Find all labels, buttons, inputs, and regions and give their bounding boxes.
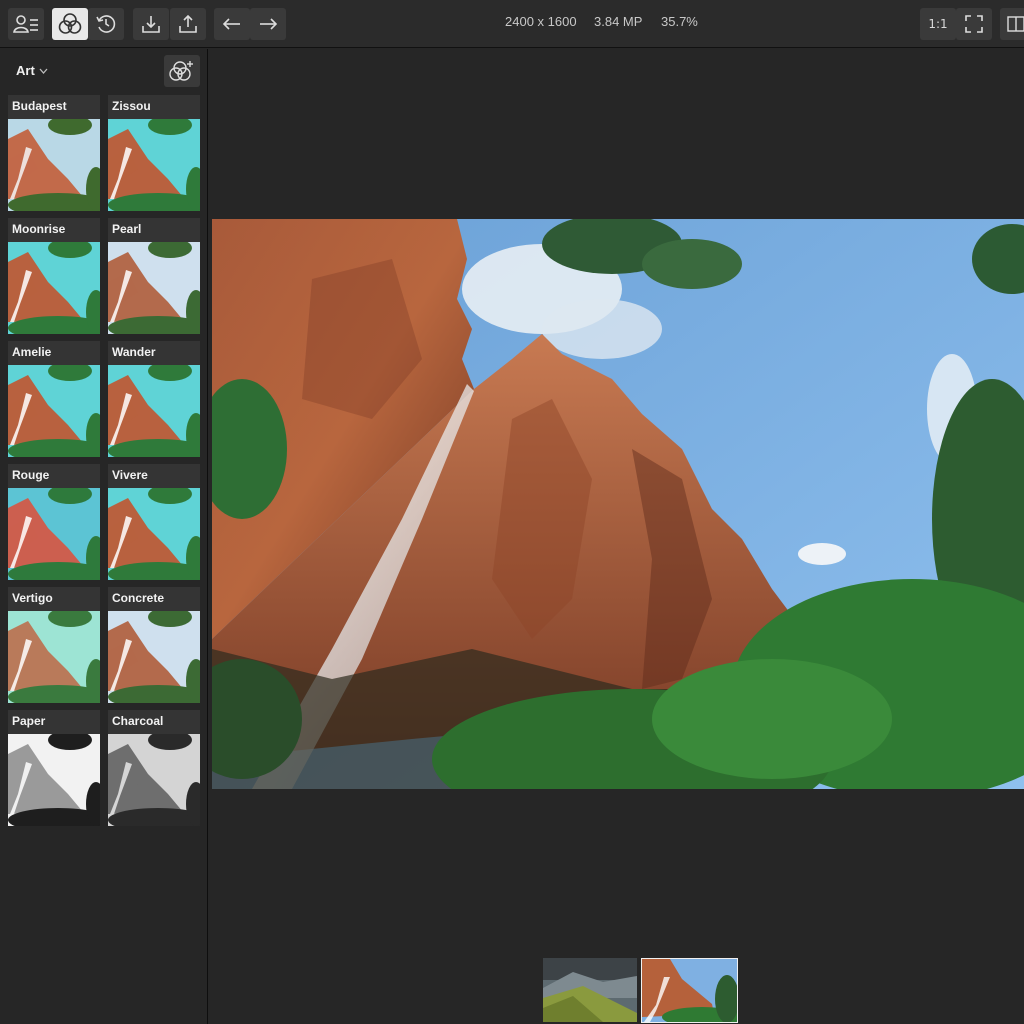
- megapixels-text: 3.84 MP: [594, 14, 643, 29]
- preset-card[interactable]: Zissou: [108, 95, 200, 211]
- preset-thumbnail: [8, 242, 100, 334]
- canyon-thumbnail: [642, 959, 737, 1022]
- preset-card[interactable]: Moonrise: [8, 218, 100, 334]
- undo-button[interactable]: [214, 8, 250, 40]
- preset-card[interactable]: Vertigo: [8, 587, 100, 703]
- presets-icon: [58, 13, 82, 34]
- zoom-level-text: 35.7%: [661, 14, 698, 29]
- category-label: Art: [16, 63, 35, 78]
- preset-name: Amelie: [12, 345, 52, 359]
- compare-button[interactable]: [1000, 8, 1024, 40]
- download-icon: [142, 16, 160, 33]
- filmstrip-thumbnail-2[interactable]: [641, 958, 738, 1023]
- presets-sidebar: Art Budapest Zissou Moonrise Pearl Amelie Wan…: [0, 49, 208, 1024]
- preset-name: Moonrise: [12, 222, 66, 236]
- preset-card[interactable]: Wander: [108, 341, 200, 457]
- preset-name: Pearl: [112, 222, 142, 236]
- preset-card[interactable]: Concrete: [108, 587, 200, 703]
- preset-name: Zissou: [112, 99, 151, 113]
- add-preset-button[interactable]: [164, 55, 200, 87]
- preset-card[interactable]: Charcoal: [108, 710, 200, 826]
- actual-size-button[interactable]: 1:1: [920, 8, 956, 40]
- preset-name: Concrete: [112, 591, 165, 605]
- preset-thumbnail: [8, 611, 100, 703]
- filmstrip-thumbnail-1[interactable]: [543, 958, 637, 1022]
- redo-icon: [260, 18, 278, 30]
- preset-card[interactable]: Rouge: [8, 464, 100, 580]
- mountain-thumbnail: [543, 958, 637, 1022]
- preset-card[interactable]: Amelie: [8, 341, 100, 457]
- top-toolbar: 2400 x 1600 3.84 MP 35.7% 1:1: [0, 0, 1024, 48]
- category-dropdown[interactable]: Art: [16, 63, 48, 78]
- presets-button[interactable]: [52, 8, 88, 40]
- preset-thumbnail: [8, 119, 100, 211]
- history-button[interactable]: [88, 8, 124, 40]
- preset-thumbnail: [108, 242, 200, 334]
- preset-card[interactable]: Pearl: [108, 218, 200, 334]
- preset-name: Charcoal: [112, 714, 164, 728]
- fit-screen-button[interactable]: [956, 8, 992, 40]
- fit-screen-icon: [965, 15, 983, 33]
- undo-icon: [222, 18, 240, 30]
- user-menu-button[interactable]: [8, 8, 44, 40]
- preset-thumbnail: [108, 734, 200, 826]
- download-button[interactable]: [133, 8, 169, 40]
- image-canvas[interactable]: [209, 49, 1024, 1024]
- preset-name: Vivere: [112, 468, 148, 482]
- preset-thumbnail: [108, 365, 200, 457]
- preset-name: Rouge: [12, 468, 50, 482]
- image-size-text: 2400 x 1600: [505, 14, 577, 29]
- preset-card[interactable]: Paper: [8, 710, 100, 826]
- actual-size-label: 1:1: [928, 17, 948, 31]
- history-icon: [96, 15, 116, 33]
- redo-button[interactable]: [250, 8, 286, 40]
- preset-thumbnail: [8, 734, 100, 826]
- preset-name: Paper: [12, 714, 46, 728]
- add-preset-icon: [169, 61, 193, 81]
- compare-icon: [1007, 16, 1024, 32]
- preset-thumbnail: [108, 611, 200, 703]
- preset-card[interactable]: Vivere: [108, 464, 200, 580]
- preset-thumbnail: [108, 488, 200, 580]
- preset-name: Budapest: [12, 99, 67, 113]
- chevron-down-icon: [39, 68, 48, 74]
- preset-name: Wander: [112, 345, 156, 359]
- user-menu-icon: [13, 15, 38, 33]
- preset-thumbnail: [8, 488, 100, 580]
- share-button[interactable]: [170, 8, 206, 40]
- share-icon: [179, 14, 197, 33]
- preset-name: Vertigo: [12, 591, 53, 605]
- preset-thumbnail: [108, 119, 200, 211]
- preset-card[interactable]: Budapest: [8, 95, 100, 211]
- preset-thumbnail: [8, 365, 100, 457]
- canyon-waterfall-photo: [212, 219, 1024, 789]
- main-photo[interactable]: [212, 219, 1024, 789]
